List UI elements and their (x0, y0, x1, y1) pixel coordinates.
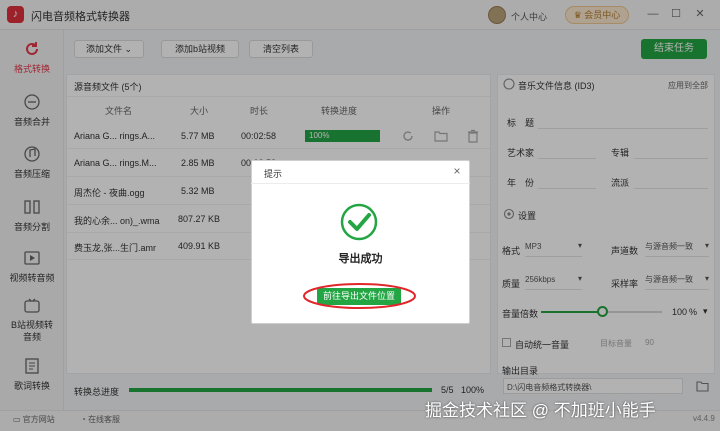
dialog-header (251, 160, 470, 184)
annotation-ellipse (303, 283, 416, 309)
dialog-close-button[interactable]: × (450, 164, 464, 178)
dialog-message: 导出成功 (338, 253, 383, 265)
check-circle-icon (340, 203, 378, 241)
watermark: 掘金技术社区 @ 不加班小能手 (425, 401, 656, 420)
dialog-title: 提示 (264, 169, 283, 179)
